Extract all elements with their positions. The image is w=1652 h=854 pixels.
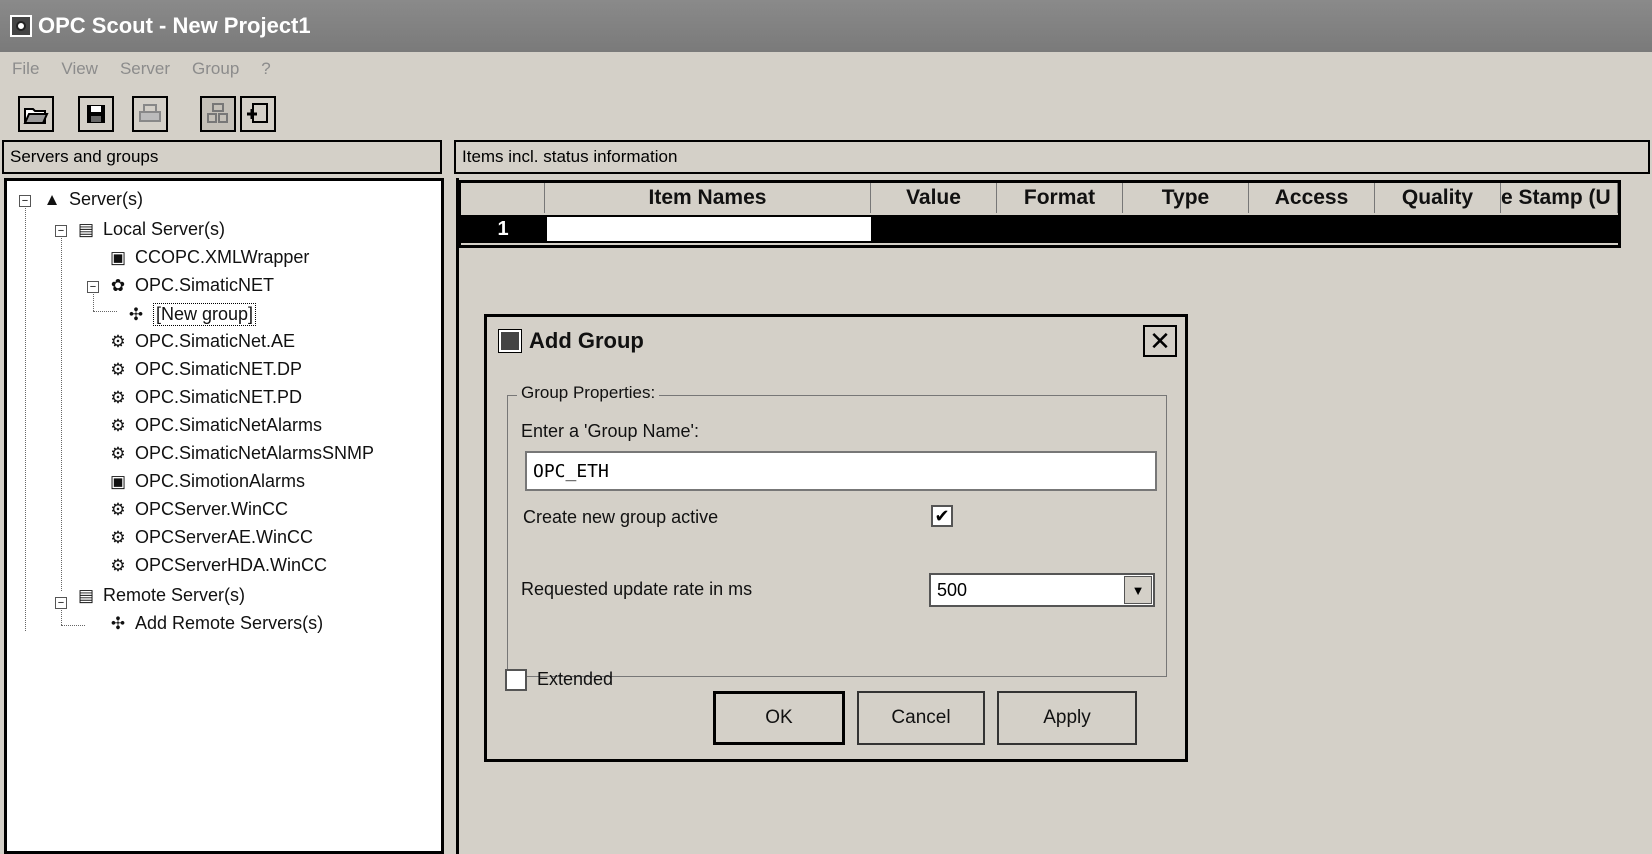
open-folder-icon[interactable] bbox=[18, 96, 54, 132]
ok-button[interactable]: OK bbox=[713, 691, 845, 745]
tree-line bbox=[25, 201, 26, 631]
opc-server-icon: ▣ bbox=[109, 247, 127, 267]
tree-item-opcserverae-wincc[interactable]: ⚙ OPCServerAE.WinCC bbox=[107, 527, 313, 548]
app-icon bbox=[498, 329, 522, 353]
column-header-type[interactable]: Type bbox=[1123, 183, 1249, 213]
tree-item-new-group[interactable]: ✣ [New group] bbox=[125, 303, 257, 326]
toolbar bbox=[0, 90, 1652, 136]
add-group-dialog: Add Group ✕ Group Properties: Enter a 'G… bbox=[484, 314, 1188, 762]
tree-item-local-servers[interactable]: ▤ Local Server(s) bbox=[75, 219, 225, 240]
cancel-button[interactable]: Cancel bbox=[857, 691, 985, 745]
tree-item-opc-simaticnet-pd[interactable]: ⚙ OPC.SimaticNET.PD bbox=[107, 387, 302, 408]
simatic-icon: ✿ bbox=[110, 275, 126, 295]
app-window: OPC Scout - New Project1 File View Serve… bbox=[0, 0, 1652, 854]
group-name-input[interactable]: OPC_ETH bbox=[525, 451, 1157, 491]
computer-icon: ▤ bbox=[77, 219, 95, 239]
extended-checkbox[interactable] bbox=[505, 669, 527, 691]
create-active-checkbox[interactable]: ✔ bbox=[931, 505, 953, 527]
tree-item-opc-simaticnetalarmssnmp[interactable]: ⚙ OPC.SimaticNetAlarmsSNMP bbox=[107, 443, 374, 464]
tree-item-opc-simaticnet-dp[interactable]: ⚙ OPC.SimaticNET.DP bbox=[107, 359, 302, 380]
title-bar[interactable]: OPC Scout - New Project1 bbox=[0, 0, 1652, 52]
dialog-title: Add Group bbox=[529, 328, 644, 353]
row-number-header bbox=[461, 183, 545, 213]
network-icon: ▲ bbox=[43, 189, 61, 209]
chevron-down-icon[interactable]: ▼ bbox=[1124, 576, 1152, 604]
tree-item-add-remote-servers[interactable]: ✣ Add Remote Servers(s) bbox=[107, 613, 323, 634]
update-rate-select[interactable]: 500 ▼ bbox=[929, 573, 1155, 607]
app-icon bbox=[10, 15, 32, 37]
column-header-value[interactable]: Value bbox=[871, 183, 997, 213]
server-tree[interactable]: − − − − ▲ Server(s) ▤ Local Server(s) ▣ CCO… bbox=[4, 178, 444, 854]
column-header-quality[interactable]: Quality bbox=[1375, 183, 1501, 213]
menu-server[interactable]: Server bbox=[120, 59, 170, 79]
extended-label[interactable]: Extended bbox=[537, 669, 613, 690]
tree-item-opcserverhda-wincc[interactable]: ⚙ OPCServerHDA.WinCC bbox=[107, 555, 327, 576]
column-header-item-names[interactable]: Item Names bbox=[545, 183, 871, 213]
gear-server-icon: ⚙ bbox=[110, 331, 126, 351]
browse-icon[interactable] bbox=[200, 96, 236, 132]
tree-item-opc-simaticnet-ae[interactable]: ⚙ OPC.SimaticNet.AE bbox=[107, 331, 295, 352]
tree-item-remote-servers[interactable]: ▤ Remote Server(s) bbox=[75, 585, 245, 606]
column-header-format[interactable]: Format bbox=[997, 183, 1123, 213]
menu-help[interactable]: ? bbox=[261, 59, 270, 79]
column-header-timestamp[interactable]: e Stamp (U bbox=[1501, 183, 1618, 213]
tree-item-opcserver-wincc[interactable]: ⚙ OPCServer.WinCC bbox=[107, 499, 288, 520]
menu-group[interactable]: Group bbox=[192, 59, 239, 79]
tree-collapse-toggle[interactable]: − bbox=[55, 225, 67, 237]
right-pane-header: Items incl. status information bbox=[454, 140, 1650, 174]
gear-server-icon: ⚙ bbox=[110, 387, 126, 407]
save-icon[interactable] bbox=[78, 96, 114, 132]
close-icon: ✕ bbox=[1149, 325, 1171, 356]
update-rate-value: 500 bbox=[937, 579, 968, 600]
gear-server-icon: ⚙ bbox=[110, 555, 126, 575]
close-button[interactable]: ✕ bbox=[1143, 325, 1177, 357]
tree-line bbox=[93, 311, 117, 312]
apply-button[interactable]: Apply bbox=[997, 691, 1137, 745]
tree-collapse-toggle[interactable]: − bbox=[55, 597, 67, 609]
item-name-cell[interactable] bbox=[547, 217, 871, 241]
add-item-icon[interactable] bbox=[240, 96, 276, 132]
left-pane-header: Servers and groups bbox=[2, 140, 442, 174]
group-properties-label: Group Properties: bbox=[517, 383, 660, 403]
tree-item-opc-simotionalarms[interactable]: ▣ OPC.SimotionAlarms bbox=[107, 471, 305, 492]
computer-icon: ▤ bbox=[77, 585, 95, 605]
tree-collapse-toggle[interactable]: − bbox=[87, 281, 99, 293]
table-row[interactable]: 1 bbox=[461, 215, 1618, 243]
tree-item-servers[interactable]: ▲ Server(s) bbox=[41, 189, 143, 210]
window-title: OPC Scout - New Project1 bbox=[38, 13, 311, 38]
dialog-title-bar[interactable]: Add Group bbox=[487, 317, 1185, 365]
gear-server-icon: ⚙ bbox=[110, 443, 126, 463]
menu-bar: File View Server Group ? bbox=[0, 52, 1652, 86]
tree-line bbox=[61, 625, 85, 626]
tree-line bbox=[61, 231, 62, 591]
menu-file[interactable]: File bbox=[12, 59, 39, 79]
gear-server-icon: ⚙ bbox=[110, 527, 126, 547]
tree-collapse-toggle[interactable]: − bbox=[19, 195, 31, 207]
column-header-access[interactable]: Access bbox=[1249, 183, 1375, 213]
gear-server-icon: ⚙ bbox=[110, 499, 126, 519]
items-grid[interactable]: Item Names Value Format Type Access Qual… bbox=[458, 180, 1621, 248]
gear-server-icon: ⚙ bbox=[110, 415, 126, 435]
update-rate-label: Requested update rate in ms bbox=[521, 579, 753, 599]
tree-item-opc-simaticnetalarms[interactable]: ⚙ OPC.SimaticNetAlarms bbox=[107, 415, 322, 436]
group-name-label: Enter a 'Group Name': bbox=[521, 421, 699, 441]
tree-item-opc-simaticnet[interactable]: ✿ OPC.SimaticNET bbox=[107, 275, 274, 296]
tree-item-ccopc-xmlwrapper[interactable]: ▣ CCOPC.XMLWrapper bbox=[107, 247, 309, 268]
print-icon[interactable] bbox=[132, 96, 168, 132]
wand-icon: ✣ bbox=[110, 613, 126, 633]
menu-view[interactable]: View bbox=[61, 59, 98, 79]
check-icon: ✔ bbox=[934, 506, 950, 526]
create-active-label: Create new group active bbox=[523, 507, 719, 527]
opc-server-icon: ▣ bbox=[109, 471, 127, 491]
gear-server-icon: ⚙ bbox=[110, 359, 126, 379]
wand-icon: ✣ bbox=[128, 304, 144, 324]
row-number: 1 bbox=[497, 217, 509, 240]
